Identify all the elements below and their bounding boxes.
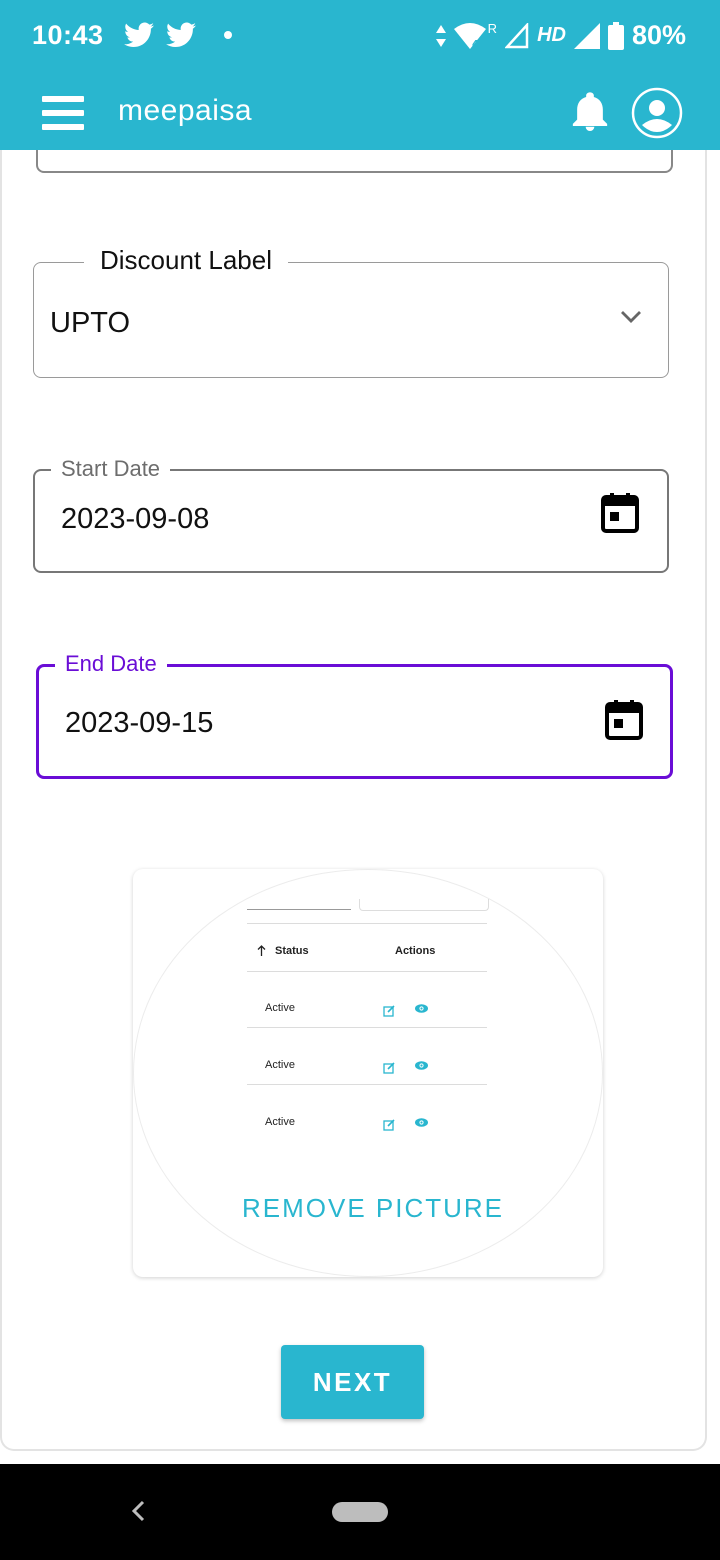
twitter-icon xyxy=(124,22,154,47)
end-date-label: End Date xyxy=(55,651,167,677)
next-button[interactable]: NEXT xyxy=(281,1345,424,1419)
start-date-value: 2023-09-08 xyxy=(61,503,210,535)
calendar-icon[interactable] xyxy=(601,493,639,533)
preview-divider xyxy=(247,923,487,924)
twitter-icon xyxy=(166,22,196,47)
end-date-value: 2023-09-15 xyxy=(65,707,214,739)
app-title: meepaisa xyxy=(118,94,253,127)
battery-level: 80% xyxy=(631,20,686,50)
eye-icon xyxy=(415,1004,428,1013)
system-navigation-bar xyxy=(0,1464,720,1560)
preview-status-cell: Active xyxy=(265,1059,295,1071)
calendar-icon[interactable] xyxy=(605,700,643,740)
data-arrows-icon xyxy=(435,24,446,47)
previous-field-bottom[interactable] xyxy=(36,150,673,173)
back-chevron-icon[interactable] xyxy=(130,1500,148,1522)
signal-outline-icon xyxy=(505,22,529,48)
discount-label-title: Discount Label xyxy=(84,247,288,273)
wifi-icon: 4 xyxy=(453,22,486,49)
bell-icon[interactable] xyxy=(572,91,608,131)
status-time: 10:43 xyxy=(32,20,104,50)
hamburger-menu-icon[interactable] xyxy=(42,96,84,130)
status-bar: 10:43 4 R HD 80% xyxy=(0,0,720,72)
discount-label-value: UPTO xyxy=(50,307,131,339)
preview-divider xyxy=(247,909,351,910)
app-bar: meepaisa xyxy=(0,72,720,150)
preview-status-cell: Active xyxy=(265,1002,295,1014)
preview-divider xyxy=(247,1027,487,1028)
notification-dot-icon xyxy=(224,31,232,39)
start-date-field[interactable]: Start Date 2023-09-08 xyxy=(33,456,669,573)
eye-icon xyxy=(415,1061,428,1070)
preview-status-cell: Active xyxy=(265,1116,295,1128)
sort-up-icon xyxy=(257,945,266,956)
start-date-label: Start Date xyxy=(51,456,171,482)
account-circle-icon[interactable] xyxy=(631,87,683,139)
status-system-icons: 4 R HD 80% xyxy=(435,20,686,51)
preview-divider xyxy=(247,971,487,972)
chevron-down-icon xyxy=(621,311,641,323)
preview-header-status: Status xyxy=(275,945,309,957)
signal-full-icon xyxy=(573,22,600,49)
roaming-label: R xyxy=(487,21,498,36)
uploaded-picture-preview: Status Actions Active Active Active xyxy=(247,899,489,1169)
edit-icon xyxy=(383,1119,395,1131)
preview-header-actions: Actions xyxy=(395,945,436,957)
edit-icon xyxy=(383,1005,395,1017)
eye-icon xyxy=(415,1118,428,1127)
home-pill-icon[interactable] xyxy=(332,1502,388,1522)
remove-picture-button[interactable]: REMOVE PICTURE xyxy=(133,1193,603,1224)
network-gen-label: 4 xyxy=(472,39,479,49)
network-type-label: HD xyxy=(537,24,566,46)
edit-icon xyxy=(383,1062,395,1074)
picture-card: Status Actions Active Active Active REMO… xyxy=(133,869,603,1277)
discount-label-select[interactable]: Discount Label UPTO xyxy=(33,247,669,378)
end-date-field[interactable]: End Date 2023-09-15 xyxy=(36,651,673,779)
status-notification-icons xyxy=(124,22,232,48)
battery-icon xyxy=(607,21,624,50)
preview-input-outline xyxy=(359,899,489,911)
preview-divider xyxy=(247,1084,487,1085)
